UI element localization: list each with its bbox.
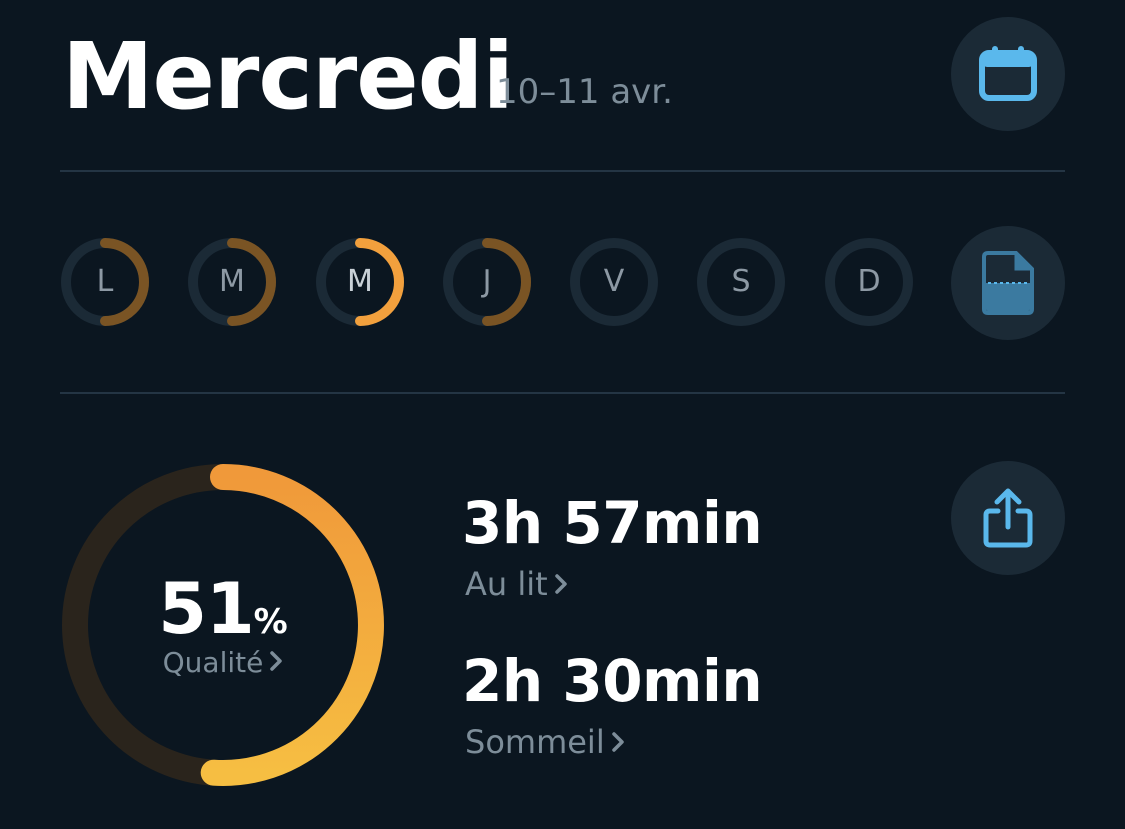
- share-icon: [983, 488, 1033, 548]
- chevron-right-icon: [554, 574, 567, 594]
- sleep-link[interactable]: Sommeil: [465, 722, 625, 762]
- share-button[interactable]: [951, 461, 1065, 575]
- quality-label: Qualité: [162, 646, 264, 679]
- in-bed-duration: 3h 57min: [462, 489, 763, 557]
- day-label: M: [347, 264, 373, 299]
- quality-percent: 51: [158, 568, 254, 650]
- sleep-duration: 2h 30min: [462, 647, 763, 715]
- day-label: S: [731, 264, 751, 299]
- day-monday[interactable]: L: [60, 237, 150, 327]
- in-bed-label: Au lit: [465, 565, 548, 603]
- in-bed-link[interactable]: Au lit: [465, 564, 568, 604]
- day-sunday[interactable]: D: [824, 237, 914, 327]
- day-saturday[interactable]: S: [696, 237, 786, 327]
- day-label: V: [603, 264, 625, 299]
- sleep-label: Sommeil: [465, 723, 605, 761]
- day-wednesday[interactable]: M: [315, 237, 405, 327]
- day-label: D: [857, 264, 881, 299]
- report-button[interactable]: [951, 226, 1065, 340]
- day-label: M: [219, 264, 245, 299]
- day-friday[interactable]: V: [569, 237, 659, 327]
- calendar-icon: [979, 46, 1037, 101]
- day-label: J: [482, 264, 492, 299]
- divider: [60, 392, 1065, 394]
- day-label: L: [96, 264, 114, 299]
- date-range: 10–11 avr.: [496, 72, 673, 112]
- document-icon: [982, 251, 1034, 315]
- day-tuesday[interactable]: M: [187, 237, 277, 327]
- divider: [60, 170, 1065, 172]
- day-thursday[interactable]: J: [442, 237, 532, 327]
- calendar-button[interactable]: [951, 17, 1065, 131]
- quality-value: 51%: [60, 568, 386, 650]
- quality-unit: %: [253, 602, 288, 642]
- page-title: Mercredi: [62, 23, 514, 130]
- chevron-right-icon: [611, 732, 624, 752]
- chevron-right-icon: [270, 651, 283, 671]
- quality-link[interactable]: Qualité: [60, 646, 386, 679]
